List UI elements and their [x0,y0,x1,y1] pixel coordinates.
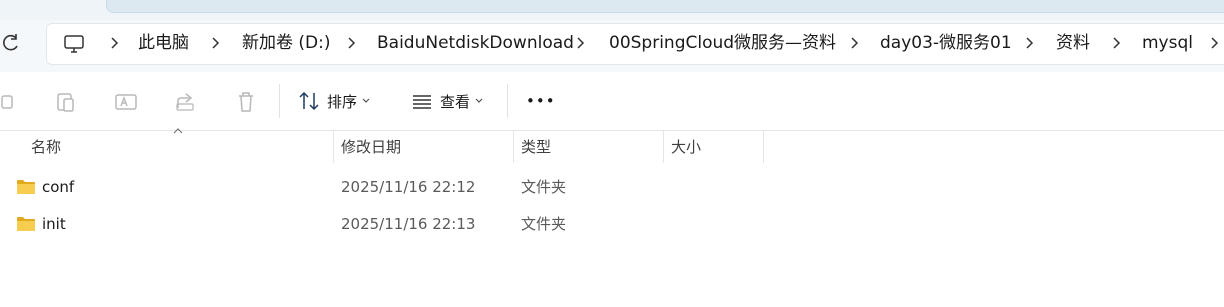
navigation-bar: 此电脑 新加卷 (D:) BaiduNetdiskDownload 00Spri… [0,20,1224,72]
copy-icon[interactable] [0,90,18,114]
breadcrumb-springcloud[interactable]: 00SpringCloud微服务—资料 [609,32,836,54]
breadcrumb-drive-d[interactable]: 新加卷 (D:) [242,32,331,54]
delete-icon[interactable] [234,90,258,114]
file-name[interactable]: init [42,206,66,242]
column-divider[interactable] [333,131,334,163]
column-date-modified[interactable]: 修改日期 [341,131,401,163]
command-bar: 排序 查看 ••• [0,72,1224,131]
more-icon: ••• [526,92,556,110]
view-icon [413,95,431,109]
column-type[interactable]: 类型 [521,131,551,163]
toolbar-divider [279,84,280,118]
column-divider[interactable] [763,131,764,163]
chevron-right-icon[interactable] [1207,34,1223,52]
column-name[interactable]: 名称 [31,131,61,163]
file-type: 文件夹 [521,178,567,196]
column-size[interactable]: 大小 [671,131,701,163]
file-date-modified: 2025/11/16 22:13 [341,215,476,233]
chevron-right-icon[interactable] [107,34,123,52]
chevron-right-icon[interactable] [847,34,863,52]
column-header: 名称 修改日期 类型 大小 [0,128,1224,163]
active-tab[interactable] [106,0,1224,13]
more-options-button[interactable]: ••• [526,84,556,118]
chevron-down-icon [362,98,370,103]
view-button[interactable]: 查看 [410,84,484,118]
view-label: 查看 [440,92,471,111]
file-type: 文件夹 [521,215,567,233]
file-name[interactable]: conf [42,169,74,205]
refresh-icon[interactable] [0,32,22,54]
tab-strip [0,0,1224,20]
file-row[interactable]: conf 2025/11/16 22:12 文件夹 [0,169,1224,205]
breadcrumb-materials[interactable]: 资料 [1056,32,1090,54]
file-row[interactable]: init 2025/11/16 22:13 文件夹 [0,206,1224,242]
rename-icon[interactable] [114,90,138,114]
computer-icon[interactable] [63,33,85,55]
breadcrumb-this-pc[interactable]: 此电脑 [138,32,189,54]
paste-icon[interactable] [54,90,78,114]
sort-ascending-icon [173,128,183,134]
file-date-modified: 2025/11/16 22:12 [341,178,476,196]
address-bar[interactable]: 此电脑 新加卷 (D:) BaiduNetdiskDownload 00Spri… [46,23,1224,65]
breadcrumb-day03[interactable]: day03-微服务01 [880,32,1012,54]
sort-icon [299,91,319,111]
column-divider[interactable] [663,131,664,163]
share-icon[interactable] [174,90,198,114]
column-divider[interactable] [513,131,514,163]
breadcrumb-mysql[interactable]: mysql [1142,32,1193,54]
chevron-right-icon[interactable] [208,34,224,52]
chevron-right-icon[interactable] [344,34,360,52]
sort-label: 排序 [327,92,358,111]
breadcrumb-baidu-download[interactable]: BaiduNetdiskDownload [377,32,574,54]
chevron-down-icon [475,98,483,103]
folder-icon [17,217,35,231]
chevron-right-icon[interactable] [1022,34,1038,52]
sort-button[interactable]: 排序 [297,84,371,118]
toolbar-divider [507,84,508,118]
folder-icon [17,180,35,194]
chevron-right-icon[interactable] [573,34,589,52]
chevron-right-icon[interactable] [1109,34,1125,52]
